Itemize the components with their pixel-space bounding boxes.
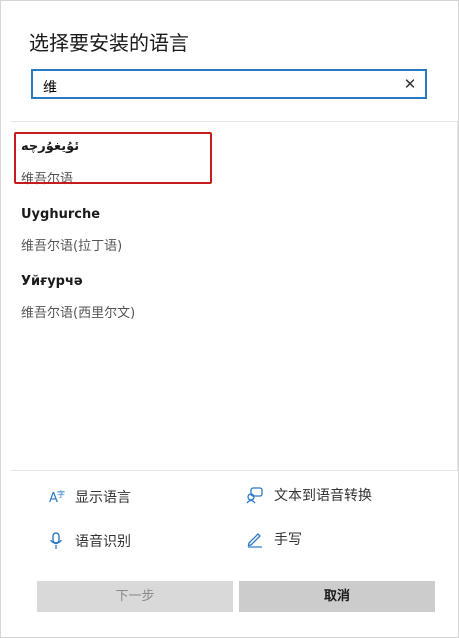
feature-label: 语音识别 (75, 534, 131, 550)
feature-label: 文本到语音转换 (274, 488, 372, 504)
feature-display-language: A字 显示语言 (47, 487, 131, 507)
feature-label: 显示语言 (75, 490, 131, 506)
search-input[interactable]: 维 ✕ (31, 69, 427, 99)
list-item[interactable]: Уйғурчә 维吾尔语(西里尔文) (21, 274, 135, 321)
display-language-icon: A字 (47, 488, 65, 506)
language-name: Uyghurche (21, 207, 101, 222)
language-description: 维吾尔语(西里尔文) (21, 306, 136, 321)
feature-label: 手写 (274, 532, 302, 548)
microphone-icon (47, 532, 65, 550)
language-description: 维吾尔语(拉丁语) (21, 239, 123, 254)
feature-text-to-speech: 文本到语音转换 (246, 485, 372, 505)
close-icon[interactable]: ✕ (401, 75, 419, 93)
dialog-title: 选择要安装的语言 (29, 31, 189, 55)
selection-highlight (14, 132, 212, 184)
text-to-speech-icon (246, 486, 264, 504)
language-name: Уйғурчә (21, 274, 83, 289)
next-button[interactable]: 下一步 (37, 581, 233, 612)
svg-text:字: 字 (57, 489, 65, 499)
language-install-dialog: 选择要安装的语言 维 ✕ ئۇيغۇرچە 维吾尔语 Uyghurche 维吾尔… (0, 0, 459, 638)
list-item[interactable]: Uyghurche 维吾尔语(拉丁语) (21, 207, 122, 254)
feature-handwriting: 手写 (246, 529, 302, 549)
cancel-button[interactable]: 取消 (239, 581, 435, 612)
handwriting-pen-icon (246, 530, 264, 548)
search-input-value[interactable]: 维 (43, 77, 57, 97)
feature-speech-recognition: 语音识别 (47, 531, 131, 551)
